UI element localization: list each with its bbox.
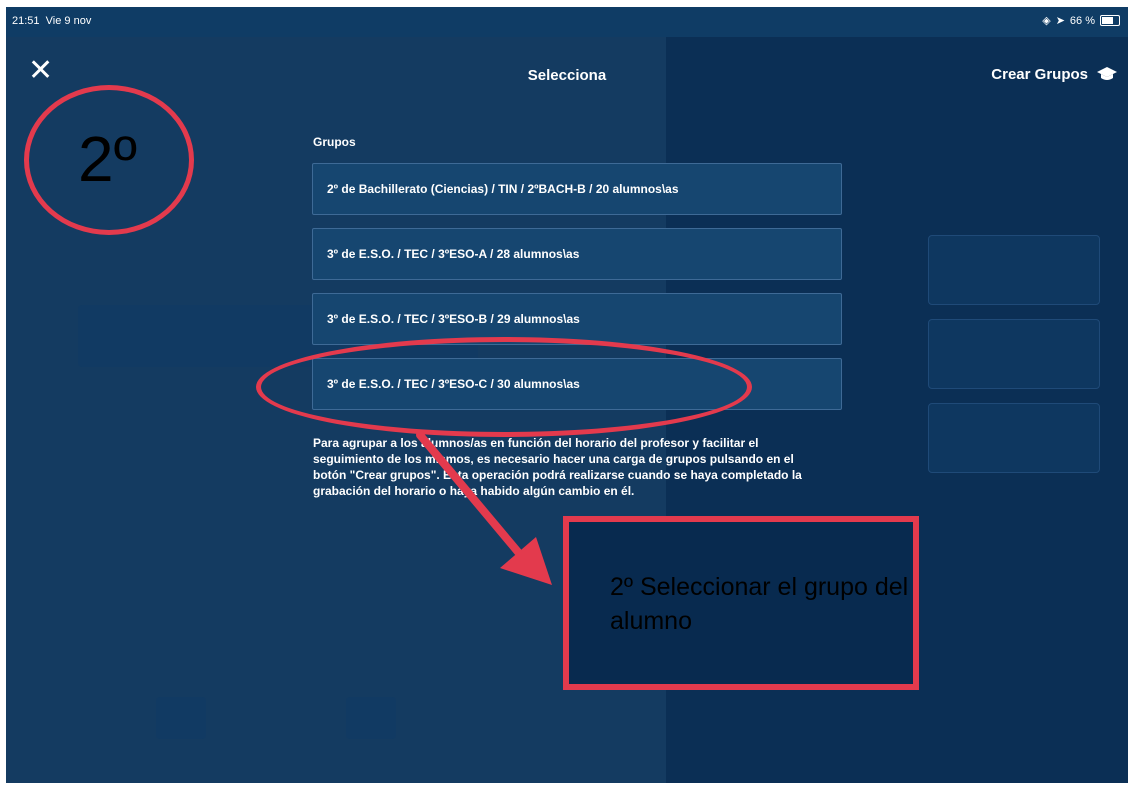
annotation-arrow [416,431,552,585]
